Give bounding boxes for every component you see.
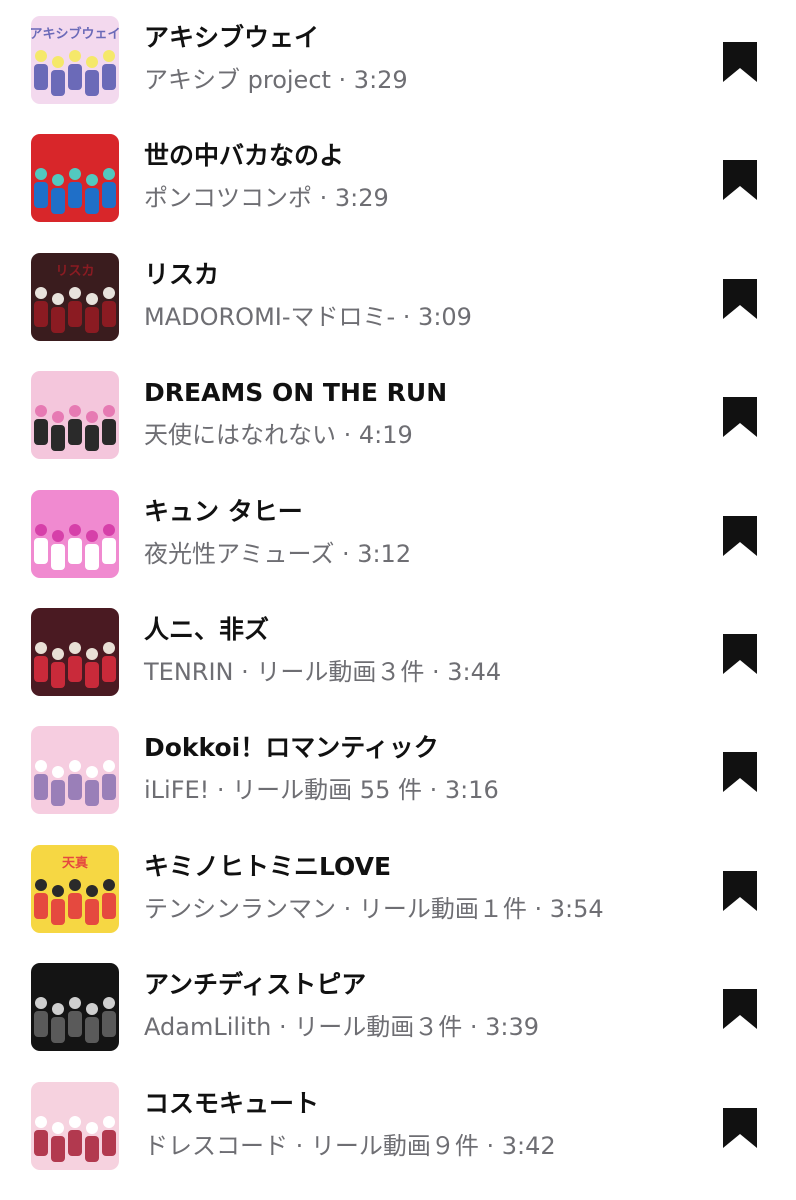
- bookmark-icon: [722, 871, 758, 911]
- song-title: コスモキュート: [144, 1089, 320, 1118]
- bookmark-icon: [722, 634, 758, 674]
- song-row[interactable]: リスカ リスカ MADOROMI-マドロミ- · 3:09: [0, 239, 796, 357]
- save-button[interactable]: [722, 871, 758, 911]
- song-row[interactable]: アキシブウェイ アキシブウェイ アキシブ project · 3:29: [0, 2, 796, 120]
- song-subtitle: ドレスコード · リール動画９件 · 3:42: [144, 1132, 556, 1160]
- song-row[interactable]: アンチディストピア AdamLilith · リール動画３件 · 3:39: [0, 949, 796, 1067]
- song-title: DREAMS ON THE RUN: [144, 378, 448, 407]
- bookmark-icon: [722, 1108, 758, 1148]
- save-button[interactable]: [722, 42, 758, 82]
- save-button[interactable]: [722, 634, 758, 674]
- song-title: キュン タヒー: [144, 497, 303, 526]
- bookmark-icon: [722, 989, 758, 1029]
- song-title: 世の中バカなのよ: [144, 141, 345, 170]
- save-button[interactable]: [722, 1108, 758, 1148]
- album-art[interactable]: [31, 371, 119, 459]
- bookmark-icon: [722, 397, 758, 437]
- bookmark-icon: [722, 752, 758, 792]
- song-subtitle: 夜光性アミューズ · 3:12: [144, 540, 412, 568]
- song-title: アキシブウェイ: [144, 23, 320, 52]
- song-row[interactable]: 世の中バカなのよ ポンコツコンポ · 3:29: [0, 120, 796, 238]
- song-title: リスカ: [144, 260, 220, 289]
- bookmark-icon: [722, 160, 758, 200]
- save-button[interactable]: [722, 516, 758, 556]
- album-art[interactable]: [31, 726, 119, 814]
- song-subtitle: ポンコツコンポ · 3:29: [144, 184, 389, 212]
- song-title: Dokkoi！ロマンティック: [144, 733, 439, 762]
- song-subtitle: アキシブ project · 3:29: [144, 66, 408, 94]
- svg-text:リスカ: リスカ: [55, 264, 94, 279]
- song-subtitle: TENRIN · リール動画３件 · 3:44: [144, 658, 502, 686]
- song-row[interactable]: コスモキュート ドレスコード · リール動画９件 · 3:42: [0, 1068, 796, 1186]
- album-art[interactable]: 天真: [31, 845, 119, 933]
- song-title: アンチディストピア: [144, 970, 367, 999]
- bookmark-icon: [722, 42, 758, 82]
- album-art[interactable]: [31, 608, 119, 696]
- song-subtitle: 天使にはなれない · 4:19: [144, 421, 413, 449]
- save-button[interactable]: [722, 160, 758, 200]
- song-row[interactable]: キュン タヒー 夜光性アミューズ · 3:12: [0, 476, 796, 594]
- song-title: 人ニ、非ズ: [144, 615, 270, 644]
- svg-text:天真: 天真: [62, 855, 88, 871]
- bookmark-icon: [722, 279, 758, 319]
- album-art[interactable]: [31, 963, 119, 1051]
- song-row[interactable]: 天真 キミノヒトミニLOVE テンシンランマン · リール動画１件 · 3:54: [0, 831, 796, 949]
- album-art[interactable]: [31, 134, 119, 222]
- save-button[interactable]: [722, 279, 758, 319]
- svg-text:アキシブウェイ: アキシブウェイ: [31, 26, 119, 42]
- song-list: アキシブウェイ アキシブウェイ アキシブ project · 3:29 世の中バ…: [0, 0, 796, 1200]
- album-art[interactable]: [31, 490, 119, 578]
- album-art[interactable]: リスカ: [31, 253, 119, 341]
- song-row[interactable]: DREAMS ON THE RUN 天使にはなれない · 4:19: [0, 357, 796, 475]
- save-button[interactable]: [722, 989, 758, 1029]
- song-row[interactable]: Dokkoi！ロマンティック iLiFE! · リール動画 55 件 · 3:1…: [0, 712, 796, 830]
- album-art[interactable]: アキシブウェイ: [31, 16, 119, 104]
- song-subtitle: AdamLilith · リール動画３件 · 3:39: [144, 1013, 539, 1041]
- song-subtitle: iLiFE! · リール動画 55 件 · 3:16: [144, 776, 499, 804]
- save-button[interactable]: [722, 397, 758, 437]
- song-title: キミノヒトミニLOVE: [144, 852, 392, 881]
- song-subtitle: MADOROMI-マドロミ- · 3:09: [144, 303, 472, 331]
- song-subtitle: テンシンランマン · リール動画１件 · 3:54: [144, 895, 604, 923]
- bookmark-icon: [722, 516, 758, 556]
- save-button[interactable]: [722, 752, 758, 792]
- album-art[interactable]: [31, 1082, 119, 1170]
- song-row[interactable]: 人ニ、非ズ TENRIN · リール動画３件 · 3:44: [0, 594, 796, 712]
